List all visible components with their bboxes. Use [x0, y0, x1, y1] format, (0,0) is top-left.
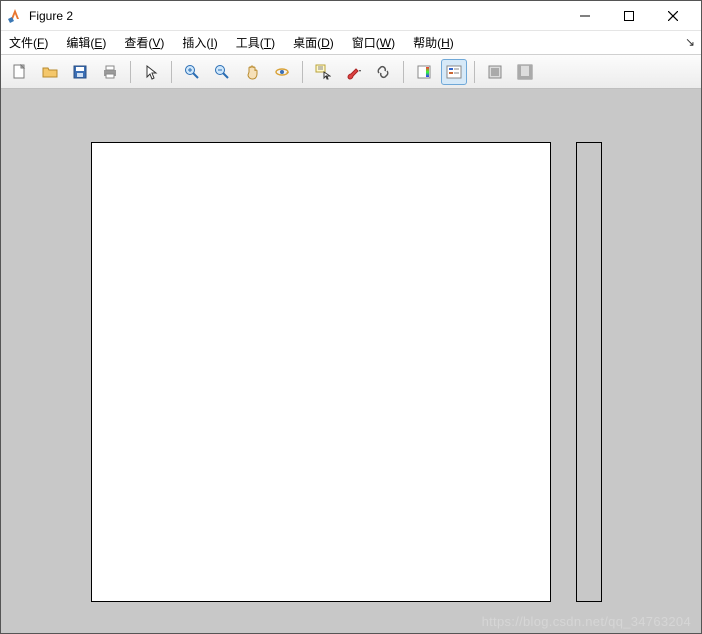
menubar: 文件(F) 编辑(E) 查看(V) 插入(I) 工具(T) 桌面(D) 窗口(W…	[1, 31, 701, 55]
maximize-icon	[624, 11, 634, 21]
maximize-button[interactable]	[607, 1, 651, 31]
insert-legend-button[interactable]	[441, 59, 467, 85]
print-button[interactable]	[97, 59, 123, 85]
menu-file[interactable]: 文件(F)	[9, 34, 48, 51]
toolbar-separator	[130, 61, 131, 83]
open-button[interactable]	[37, 59, 63, 85]
legend-icon	[446, 64, 462, 80]
figure-canvas-area: https://blog.csdn.net/qq_34763204	[1, 89, 701, 633]
toolbar-separator	[403, 61, 404, 83]
matlab-icon	[7, 8, 23, 24]
minimize-button[interactable]	[563, 1, 607, 31]
window-title: Figure 2	[29, 9, 73, 23]
colorbar-icon	[416, 64, 432, 80]
rotate-3d-button[interactable]	[269, 59, 295, 85]
toolbar-separator	[302, 61, 303, 83]
toolbar-separator	[171, 61, 172, 83]
brush-button[interactable]	[340, 59, 366, 85]
zoom-in-button[interactable]	[179, 59, 205, 85]
rotate-3d-icon	[274, 64, 290, 80]
menu-edit[interactable]: 编辑(E)	[66, 34, 106, 51]
watermark-text: https://blog.csdn.net/qq_34763204	[482, 614, 691, 629]
print-icon	[102, 64, 118, 80]
minimize-icon	[580, 11, 590, 21]
new-file-icon	[12, 64, 28, 80]
data-cursor-button[interactable]	[310, 59, 336, 85]
zoom-out-button[interactable]	[209, 59, 235, 85]
titlebar: Figure 2	[1, 1, 701, 31]
menu-view[interactable]: 查看(V)	[124, 34, 164, 51]
menu-help[interactable]: 帮助(H)	[413, 34, 454, 51]
menu-tools[interactable]: 工具(T)	[236, 34, 275, 51]
edit-plot-button[interactable]	[138, 59, 164, 85]
toolbar-separator	[474, 61, 475, 83]
hide-tools-icon	[487, 64, 503, 80]
pan-hand-icon	[244, 64, 260, 80]
zoom-out-icon	[214, 64, 230, 80]
close-button[interactable]	[651, 1, 695, 31]
show-tools-icon	[517, 64, 533, 80]
menu-desktop[interactable]: 桌面(D)	[293, 34, 334, 51]
new-figure-button[interactable]	[7, 59, 33, 85]
colorbar[interactable]	[576, 142, 602, 602]
link-icon	[375, 64, 391, 80]
pointer-icon	[143, 64, 159, 80]
zoom-in-icon	[184, 64, 200, 80]
save-icon	[72, 64, 88, 80]
hide-plot-tools-button[interactable]	[482, 59, 508, 85]
heatmap-axes[interactable]	[91, 142, 551, 602]
dock-arrow-icon[interactable]: ↘	[685, 35, 695, 49]
colorbar-gradient	[577, 143, 601, 601]
brush-icon	[345, 64, 361, 80]
close-icon	[668, 11, 678, 21]
menu-insert[interactable]: 插入(I)	[182, 34, 217, 51]
link-plot-button[interactable]	[370, 59, 396, 85]
open-folder-icon	[42, 64, 58, 80]
insert-colorbar-button[interactable]	[411, 59, 437, 85]
show-plot-tools-button[interactable]	[512, 59, 538, 85]
menu-window[interactable]: 窗口(W)	[352, 34, 395, 51]
toolbar	[1, 55, 701, 89]
data-cursor-icon	[315, 64, 331, 80]
pan-button[interactable]	[239, 59, 265, 85]
heatmap-image	[92, 143, 550, 601]
save-button[interactable]	[67, 59, 93, 85]
